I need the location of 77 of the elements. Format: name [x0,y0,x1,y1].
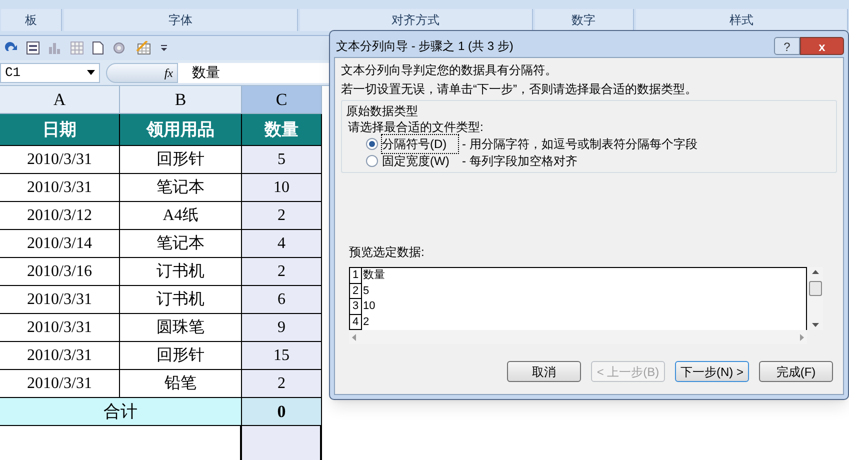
radio-button[interactable] [366,138,378,150]
table-cell: 订书机 [120,286,242,314]
table-cell: 回形针 [120,146,242,174]
table-cell: 2010/3/31 [0,314,120,342]
ribbon-group-label: 数字 [534,9,634,31]
form-icon[interactable] [26,41,40,55]
dropdown-caret-icon [87,70,95,76]
table-cell: 2010/3/31 [0,174,120,202]
table-cell: 9 [242,314,322,342]
scroll-thumb[interactable] [808,281,822,296]
table-header-cell: 领用用品 [120,114,242,146]
table-header-cell: 日期 [0,114,120,146]
page-icon[interactable] [92,41,104,55]
table-cell: 10 [242,174,322,202]
table-cell: 回形针 [120,342,242,370]
column-header[interactable]: C [242,86,322,114]
table-cell: 2010/3/31 [0,342,120,370]
line-number: 3 [350,299,362,314]
radio-label[interactable]: 分隔符号(D) [382,134,458,152]
intro-text: 文本分列向导判定您的数据具有分隔符。 [341,62,558,79]
table-cell: 2010/3/16 [0,258,120,286]
radio-label[interactable]: 固定宽度(W) [382,152,458,170]
total-label-cell: 合计 [0,398,242,426]
table-cell: 笔记本 [120,230,242,258]
table-cell: 铅笔 [120,370,242,398]
ribbon-group-label: 样式 [636,9,848,31]
table-cell: 2 [242,258,322,286]
preview-line: 2 [362,314,370,330]
preview-line: 5 [362,284,370,298]
column-header[interactable]: A [0,86,120,114]
customize-icon[interactable] [160,43,168,53]
cell-reference: C1 [5,64,21,82]
option-description: - 用分隔字符，如逗号或制表符分隔每个字段 [462,136,698,152]
preview-line: 10 [362,299,376,314]
table-cell: 订书机 [120,258,242,286]
intro-text: 若一切设置无误，请单击“下一步”，否则请选择最合适的数据类型。 [341,81,698,98]
ribbon-group-label: 字体 [64,9,298,31]
table-header-cell: 数量 [242,114,322,146]
help-button[interactable]: ? [774,37,800,55]
dialog-button[interactable]: 下一步(N) > [675,361,749,382]
preview-line: 数量 [362,268,385,283]
dialog-button[interactable]: 完成(F) [759,361,833,382]
scroll-left-icon[interactable] [352,334,356,340]
table-cell: 4 [242,230,322,258]
table-cell: 5 [242,146,322,174]
name-box[interactable]: C1 [0,62,100,82]
column-header[interactable]: B [120,86,242,114]
fx-label[interactable]: fx [164,64,173,82]
option-description: - 每列字段加空格对齐 [462,152,578,170]
ribbon-group-label: 板 [1,9,62,31]
line-number: 1 [350,268,362,284]
table-cell: 2010/3/31 [0,286,120,314]
dialog-button[interactable]: 取消 [507,361,581,382]
table-cell: 2010/3/31 [0,146,120,174]
table-cell: 15 [242,342,322,370]
table-style-icon[interactable] [136,41,152,55]
table-cell: A4纸 [120,202,242,230]
scroll-up-icon[interactable] [812,270,818,274]
table-cell: 圆珠笔 [120,314,242,342]
scroll-down-icon[interactable] [812,323,818,327]
table-cell: 2010/3/14 [0,230,120,258]
radio-button[interactable] [366,154,378,166]
table-cell: 2010/3/12 [0,202,120,230]
group-title: 原始数据类型 [346,103,419,119]
table-cell: 2 [242,370,322,398]
table-cell: 笔记本 [120,174,242,202]
close-button[interactable]: x [800,37,844,55]
table-cell: 2 [242,202,322,230]
line-number: 2 [350,284,362,299]
total-value-cell: 0 [242,398,322,426]
table-cell: 2010/3/31 [0,370,120,398]
table-cell: 6 [242,286,322,314]
scroll-right-icon[interactable] [800,334,804,340]
preview-label: 预览选定数据: [349,244,426,261]
ribbon-group-label: 对齐方式 [300,9,533,31]
prompt-text: 请选择最合适的文件类型: [348,119,484,135]
window-title: 文本分列向导 - 步骤之 1 (共 3 步) [336,38,514,55]
